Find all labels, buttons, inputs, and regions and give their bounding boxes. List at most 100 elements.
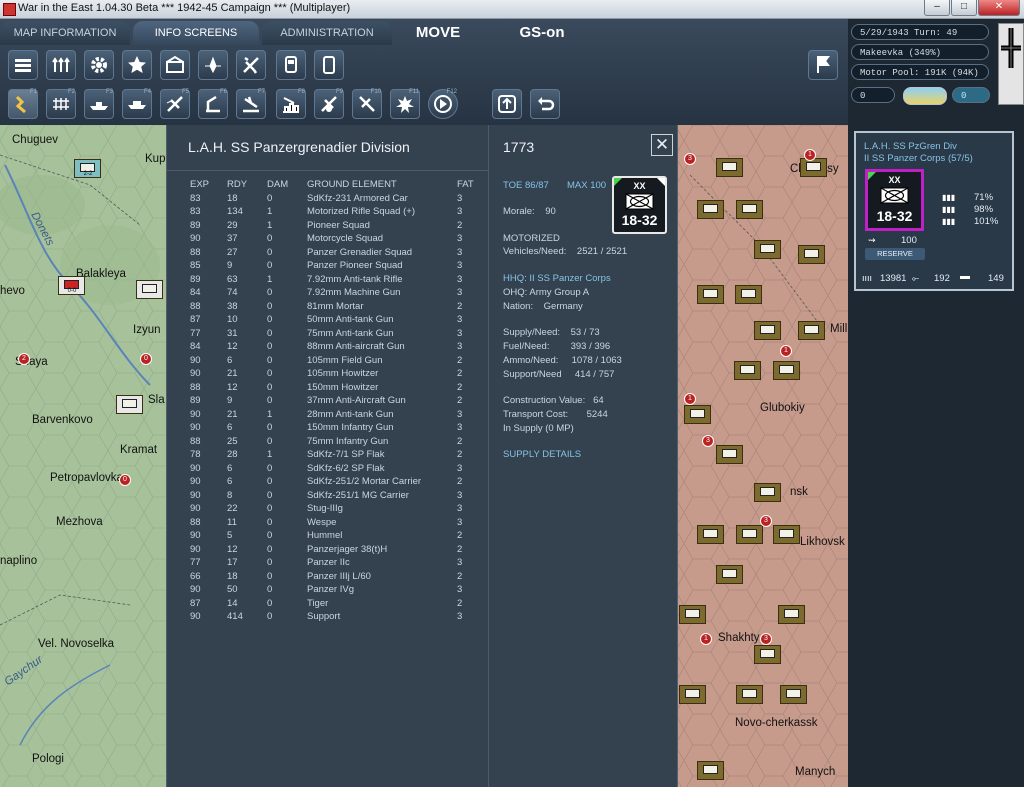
tab-gs-on[interactable]: GS-on <box>500 21 584 45</box>
table-row[interactable]: 89 29 1 Pioneer Squad 2 <box>190 219 487 233</box>
table-row[interactable]: 89 9 0 37mm Anti-Aircraft Gun 2 <box>190 394 487 408</box>
map-unit[interactable] <box>116 395 143 414</box>
table-row[interactable]: 89 63 1 7.92mm Anti-tank Rifle 3 <box>190 273 487 287</box>
maximize-button[interactable]: □ <box>951 0 977 16</box>
table-row[interactable]: 87 10 0 50mm Anti-tank Gun 3 <box>190 313 487 327</box>
table-row[interactable]: 90 414 0 Support 3 <box>190 610 487 624</box>
undo-icon[interactable] <box>530 89 560 119</box>
table-row[interactable]: 84 74 0 7.92mm Machine Gun 3 <box>190 286 487 300</box>
airfield-attack-icon[interactable]: F7 <box>236 89 266 119</box>
map-unit[interactable] <box>778 605 805 624</box>
move-path-icon[interactable]: F1 <box>8 89 38 119</box>
table-row[interactable]: 90 6 0 SdKfz-6/2 SP Flak 3 <box>190 462 487 476</box>
table-row[interactable]: 84 12 0 88mm Anti-aircraft Gun 3 <box>190 340 487 354</box>
table-row[interactable]: 90 22 0 Stug-IIIg 3 <box>190 502 487 516</box>
table-row[interactable]: 83 134 1 Motorized Rifle Squad (+) 3 <box>190 205 487 219</box>
map-unit[interactable] <box>697 285 724 304</box>
table-row[interactable]: 88 38 0 81mm Mortar 2 <box>190 300 487 314</box>
map-unit[interactable] <box>734 361 761 380</box>
map-unit[interactable] <box>735 285 762 304</box>
map-unit[interactable] <box>798 245 825 264</box>
col-rdy[interactable]: RDY <box>227 178 267 192</box>
map-unit[interactable] <box>684 405 711 424</box>
map-unit[interactable]: 2-2 <box>74 159 101 178</box>
air-icon[interactable] <box>198 50 228 80</box>
table-row[interactable]: 88 12 0 150mm Howitzer 2 <box>190 381 487 395</box>
map-unit[interactable] <box>697 761 724 780</box>
table-row[interactable]: 90 21 0 105mm Howitzer 2 <box>190 367 487 381</box>
map-unit[interactable] <box>716 445 743 464</box>
table-row[interactable]: 78 28 1 SdKfz-7/1 SP Flak 2 <box>190 448 487 462</box>
table-row[interactable]: 90 6 0 105mm Field Gun 2 <box>190 354 487 368</box>
tab-info-screens[interactable]: INFO SCREENS <box>133 21 259 45</box>
map-unit[interactable] <box>679 605 706 624</box>
rail-move-icon[interactable]: F2 <box>46 89 76 119</box>
reinforcement-arrows-icon[interactable] <box>46 50 76 80</box>
explosion-icon[interactable]: F11 <box>390 89 420 119</box>
tab-move[interactable]: MOVE <box>398 21 478 45</box>
map-unit[interactable] <box>754 483 781 502</box>
map-unit[interactable] <box>773 525 800 544</box>
map-unit[interactable] <box>754 645 781 664</box>
table-row[interactable]: 87 14 0 Tiger 2 <box>190 597 487 611</box>
close-dialog-button[interactable]: ✕ <box>651 134 673 156</box>
flag-icon[interactable] <box>808 50 838 80</box>
production-icon[interactable] <box>8 50 38 80</box>
table-row[interactable]: 90 6 0 SdKfz-251/2 Mortar Carrier 2 <box>190 475 487 489</box>
city-bombing-icon[interactable]: F8 <box>276 89 306 119</box>
selected-unit-panel[interactable]: L.A.H. SS PzGren Div II SS Panzer Corps … <box>854 131 1014 291</box>
table-row[interactable]: 77 31 0 75mm Anti-tank Gun 3 <box>190 327 487 341</box>
map-unit[interactable] <box>780 685 807 704</box>
col-exp[interactable]: EXP <box>190 178 227 192</box>
reserve-button[interactable]: RESERVE <box>865 248 925 260</box>
map-unit[interactable] <box>679 685 706 704</box>
map-unit[interactable] <box>136 280 163 299</box>
ground-attack-icon[interactable]: F6 <box>198 89 228 119</box>
col-dam[interactable]: DAM <box>267 178 307 192</box>
table-row[interactable]: 90 6 0 150mm Infantry Gun 3 <box>190 421 487 435</box>
star-icon[interactable] <box>122 50 152 80</box>
selected-unit-counter[interactable]: XX 18-32 <box>865 169 924 231</box>
next-unit-icon[interactable]: F12 <box>428 89 458 119</box>
air-transport-icon[interactable]: F5 <box>160 89 190 119</box>
table-row[interactable]: 88 25 0 75mm Infantry Gun 2 <box>190 435 487 449</box>
table-row[interactable]: 90 5 0 Hummel 2 <box>190 529 487 543</box>
upload-icon[interactable] <box>492 89 522 119</box>
map-unit[interactable] <box>754 321 781 340</box>
interdiction-icon[interactable]: F10 <box>352 89 382 119</box>
map-unit[interactable]: 0-0 <box>58 276 85 295</box>
map-unit[interactable] <box>736 200 763 219</box>
table-row[interactable]: 77 17 0 Panzer IIc 3 <box>190 556 487 570</box>
col-fat[interactable]: FAT <box>457 178 487 192</box>
table-row[interactable]: 88 27 0 Panzer Grenadier Squad 3 <box>190 246 487 260</box>
table-row[interactable]: 83 18 0 SdKfz-231 Armored Car 3 <box>190 192 487 206</box>
map-unit[interactable] <box>697 525 724 544</box>
map-unit[interactable] <box>754 240 781 259</box>
map-unit[interactable] <box>800 158 827 177</box>
map-unit[interactable] <box>736 685 763 704</box>
map-unit[interactable] <box>697 200 724 219</box>
supply-details-link[interactable]: SUPPLY DETAILS <box>503 449 581 460</box>
aircraft-icon[interactable] <box>236 50 266 80</box>
map-unit[interactable] <box>716 158 743 177</box>
rail-icon[interactable] <box>276 50 306 80</box>
table-row[interactable]: 88 11 0 Wespe 3 <box>190 516 487 530</box>
paradrop-icon[interactable]: F9 <box>314 89 344 119</box>
table-row[interactable]: 90 37 0 Motorcycle Squad 3 <box>190 232 487 246</box>
tab-administration[interactable]: ADMINISTRATION <box>262 21 392 45</box>
amphibious-icon[interactable]: F4 <box>122 89 152 119</box>
gear-icon[interactable] <box>84 50 114 80</box>
minimize-button[interactable]: – <box>924 0 950 16</box>
naval-transport-icon[interactable]: F3 <box>84 89 114 119</box>
table-row[interactable]: 66 18 0 Panzer IIIj L/60 2 <box>190 570 487 584</box>
table-row[interactable]: 90 50 0 Panzer IVg 3 <box>190 583 487 597</box>
tab-map-information[interactable]: MAP INFORMATION <box>0 21 130 45</box>
document-icon[interactable] <box>314 50 344 80</box>
map-unit[interactable] <box>736 525 763 544</box>
table-row[interactable]: 90 21 1 28mm Anti-tank Gun 3 <box>190 408 487 422</box>
table-row[interactable]: 85 9 0 Panzer Pioneer Squad 3 <box>190 259 487 273</box>
table-row[interactable]: 90 8 0 SdKfz-251/1 MG Carrier 3 <box>190 489 487 503</box>
col-ground-element[interactable]: GROUND ELEMENT <box>307 178 457 192</box>
map-unit[interactable] <box>798 321 825 340</box>
hq-building-icon[interactable] <box>160 50 190 80</box>
